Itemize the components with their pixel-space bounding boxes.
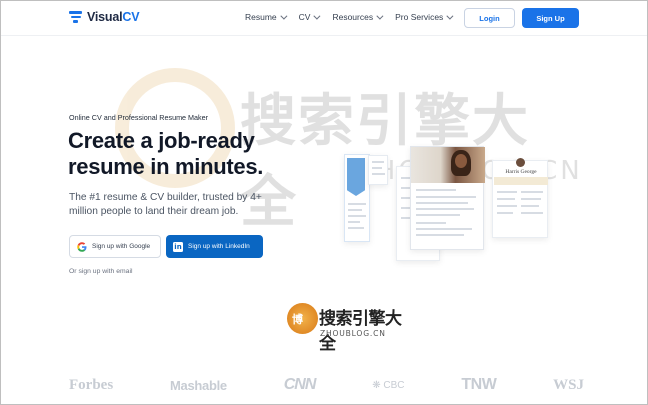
nav-item-label: Resume: [245, 12, 277, 22]
chevron-down-icon: [446, 12, 454, 20]
watermark-small-site: ZHOUBLOG.CN: [320, 329, 386, 338]
resume-preview-center: [410, 146, 485, 250]
chevron-down-icon: [280, 12, 288, 20]
login-button[interactable]: Login: [464, 8, 515, 28]
resume-preview-mini: [368, 155, 388, 185]
forbes-logo: Forbes: [69, 376, 114, 393]
headline-line-2: resume in minutes.: [68, 154, 264, 179]
nav-item-label: Resources: [332, 12, 374, 22]
chevron-down-icon: [313, 12, 321, 20]
watermark-small: 博 搜索引擎大全 ZHOUBLOG.CN: [287, 303, 407, 354]
nav-item-cv[interactable]: CV: [298, 12, 321, 22]
press-logos-row: Forbes Mashable CNN ❋ CBC TNW WSJ: [69, 376, 584, 394]
cbc-logo: ❋ CBC: [372, 379, 405, 391]
google-button-label: Sign up with Google: [92, 243, 151, 250]
hero-eyebrow: Online CV and Professional Resume Maker: [69, 113, 209, 122]
top-navigation-bar: VisualCV Resume CV Resources Pro Service…: [0, 0, 648, 36]
linkedin-icon: in: [173, 241, 183, 252]
visualcv-logo[interactable]: VisualCV: [69, 10, 140, 24]
headline-line-1: Create a job-ready: [68, 128, 255, 153]
nav-item-resume[interactable]: Resume: [245, 12, 288, 22]
main-nav: Resume CV Resources Pro Services: [245, 12, 465, 22]
signup-button[interactable]: Sign Up: [522, 8, 579, 28]
logo-text: VisualCV: [87, 10, 140, 24]
preview-sample-name: Harris George: [505, 169, 537, 175]
linkedin-signup-button[interactable]: in Sign up with LinkedIn: [166, 235, 263, 258]
watermark-logo-icon: 博: [287, 303, 318, 334]
wsj-logo: WSJ: [553, 376, 584, 393]
google-signup-button[interactable]: Sign up with Google: [69, 235, 161, 258]
resume-preview-left: [344, 154, 370, 242]
google-icon: [77, 241, 87, 252]
nav-item-label: Pro Services: [395, 12, 444, 22]
email-signup-link[interactable]: Or sign up with email: [69, 268, 132, 275]
nav-item-resources[interactable]: Resources: [332, 12, 384, 22]
nav-item-pro-services[interactable]: Pro Services: [395, 12, 454, 22]
hero-subtext: The #1 resume & CV builder, trusted by 4…: [69, 192, 262, 217]
nav-item-label: CV: [298, 12, 311, 22]
tnw-logo: TNW: [461, 376, 497, 393]
resume-preview-right: Harris George: [492, 158, 548, 238]
mashable-logo: Mashable: [170, 377, 227, 393]
cnn-logo: CNN: [283, 376, 317, 393]
cbc-logo-text: CBC: [383, 379, 405, 391]
resume-template-previews: Harris George: [344, 140, 564, 261]
hero-headline: Create a job-ready resume in minutes.: [68, 128, 328, 180]
logo-mark-icon: [69, 11, 82, 23]
chevron-down-icon: [376, 12, 384, 20]
linkedin-button-label: Sign up with LinkedIn: [188, 243, 250, 250]
